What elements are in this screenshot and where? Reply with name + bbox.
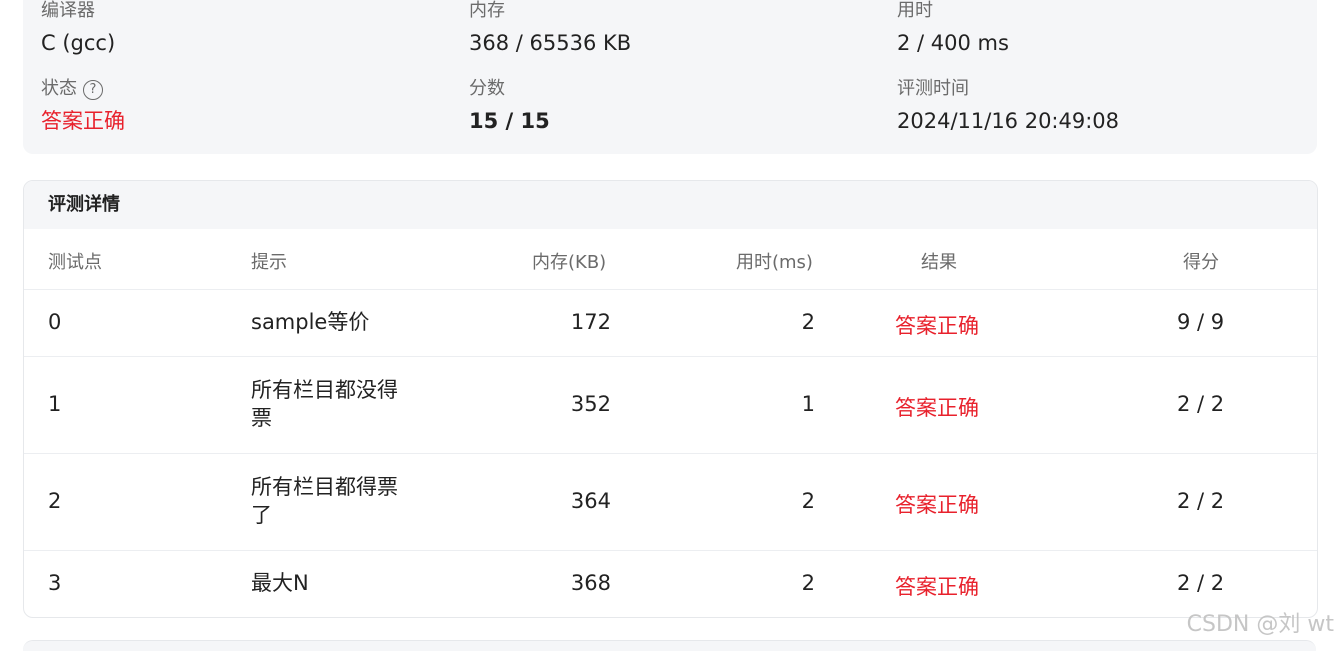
row-result: 答案正确 bbox=[895, 571, 979, 601]
compiler-value: C (gcc) bbox=[41, 30, 115, 56]
row-hint: 最大N bbox=[251, 569, 471, 597]
row-score: 9 / 9 bbox=[1177, 310, 1224, 334]
row-result: 答案正确 bbox=[895, 489, 979, 519]
submission-summary: 编译器 C (gcc) 内存 368 / 65536 KB 用时 2 / 400… bbox=[23, 0, 1317, 154]
time-value: 2 / 400 ms bbox=[897, 30, 1009, 56]
table-row: 1 所有栏目都没得票 352 1 答案正确 2 / 2 bbox=[24, 357, 1317, 454]
compiler-info: 编译器 C (gcc) bbox=[41, 0, 115, 56]
col-time: 用时(ms) bbox=[736, 248, 813, 274]
judge-time-label: 评测时间 bbox=[897, 78, 1119, 100]
row-memory: 368 bbox=[571, 571, 611, 595]
judge-details-card: 评测详情 测试点 提示 内存(KB) 用时(ms) 结果 得分 0 sample… bbox=[23, 180, 1318, 618]
row-memory: 364 bbox=[571, 489, 611, 513]
row-case: 2 bbox=[48, 489, 61, 513]
row-time: 2 bbox=[802, 489, 815, 513]
row-case: 3 bbox=[48, 571, 61, 595]
col-memory: 内存(KB) bbox=[532, 248, 606, 274]
memory-info: 内存 368 / 65536 KB bbox=[469, 0, 631, 56]
row-score: 2 / 2 bbox=[1177, 392, 1224, 416]
row-score: 2 / 2 bbox=[1177, 489, 1224, 513]
table-row: 2 所有栏目都得票了 364 2 答案正确 2 / 2 bbox=[24, 454, 1317, 551]
row-case: 1 bbox=[48, 392, 61, 416]
row-hint: sample等价 bbox=[251, 308, 471, 336]
row-time: 1 bbox=[802, 392, 815, 416]
csdn-watermark: CSDN @刘 wt bbox=[1187, 606, 1334, 638]
row-case: 0 bbox=[48, 310, 61, 334]
score-value: 15 / 15 bbox=[469, 108, 550, 134]
col-case: 测试点 bbox=[48, 248, 102, 274]
row-result: 答案正确 bbox=[895, 392, 979, 422]
table-row: 0 sample等价 172 2 答案正确 9 / 9 bbox=[24, 290, 1317, 357]
table-row: 3 最大N 368 2 答案正确 2 / 2 bbox=[24, 551, 1317, 617]
time-info: 用时 2 / 400 ms bbox=[897, 0, 1009, 56]
row-hint: 所有栏目都没得票 bbox=[251, 376, 401, 432]
time-label: 用时 bbox=[897, 0, 1009, 22]
judge-details-title: 评测详情 bbox=[24, 181, 1317, 229]
memory-value: 368 / 65536 KB bbox=[469, 30, 631, 56]
row-score: 2 / 2 bbox=[1177, 571, 1224, 595]
row-memory: 172 bbox=[571, 310, 611, 334]
col-hint: 提示 bbox=[251, 248, 287, 274]
status-value: 答案正确 bbox=[41, 108, 125, 134]
score-info: 分数 15 / 15 bbox=[469, 78, 550, 134]
score-label: 分数 bbox=[469, 78, 550, 100]
memory-label: 内存 bbox=[469, 0, 631, 22]
col-score: 得分 bbox=[1183, 248, 1219, 274]
row-time: 2 bbox=[802, 310, 815, 334]
compiler-label: 编译器 bbox=[41, 0, 115, 22]
row-time: 2 bbox=[802, 571, 815, 595]
judge-time-info: 评测时间 2024/11/16 20:49:08 bbox=[897, 78, 1119, 134]
status-info: 状态? 答案正确 bbox=[41, 78, 125, 134]
row-hint: 所有栏目都得票了 bbox=[251, 473, 401, 529]
status-label: 状态 bbox=[41, 78, 77, 99]
row-result: 答案正确 bbox=[895, 310, 979, 340]
row-memory: 352 bbox=[571, 392, 611, 416]
table-header: 测试点 提示 内存(KB) 用时(ms) 结果 得分 bbox=[24, 229, 1317, 290]
col-result: 结果 bbox=[921, 248, 957, 274]
help-icon[interactable]: ? bbox=[83, 80, 103, 100]
judge-time-value: 2024/11/16 20:49:08 bbox=[897, 108, 1119, 134]
